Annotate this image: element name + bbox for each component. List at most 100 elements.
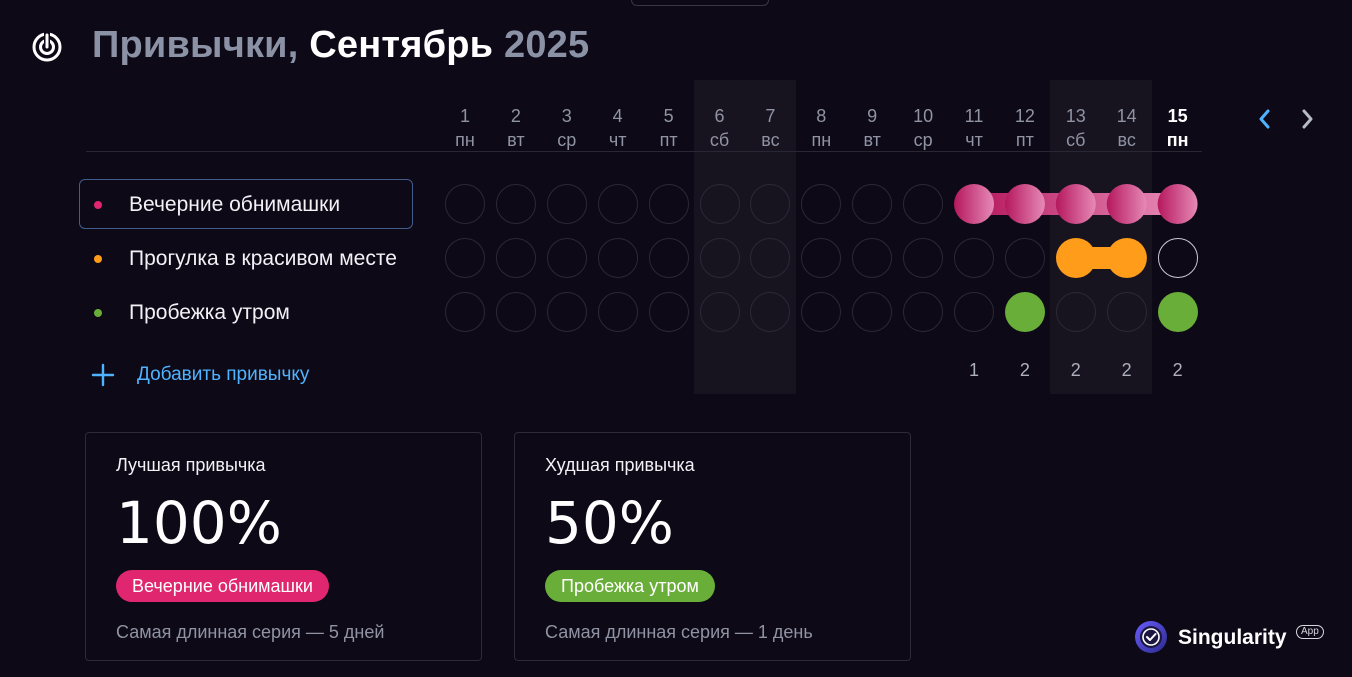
habit-streak-bar[interactable]: [1004, 292, 1045, 332]
habit-name: Прогулка в красивом месте: [129, 247, 397, 270]
habit-day-cell[interactable]: [954, 292, 994, 332]
page-title: Привычки, Сентябрь 2025: [92, 24, 589, 67]
window-tab-handle: [631, 0, 769, 6]
day-column-header: 1 пн: [440, 104, 490, 152]
habit-day-cell[interactable]: [597, 238, 638, 278]
worst-habit-value: 50%: [545, 489, 674, 557]
habit-day-cell[interactable]: [1157, 238, 1198, 278]
day-weekday: пн: [811, 130, 832, 150]
habit-day-cell[interactable]: [699, 184, 740, 224]
habit-day-cell[interactable]: [445, 238, 485, 278]
prev-period-button[interactable]: [1251, 106, 1277, 132]
day-weekday: пн: [455, 130, 475, 150]
habit-day-cell[interactable]: [801, 292, 842, 332]
habit-streak-bar[interactable]: [954, 184, 1198, 224]
day-number: 13: [1065, 106, 1086, 126]
habit-day-cell[interactable]: [699, 292, 740, 332]
day-number: 10: [913, 106, 934, 126]
habit-day-cell[interactable]: [495, 238, 536, 278]
day-number: 2: [510, 106, 521, 126]
habit-day-cell[interactable]: [445, 184, 485, 224]
daily-count: 2: [1121, 360, 1132, 380]
habit-color-dot: [94, 255, 102, 263]
habit-day-cell[interactable]: [903, 238, 944, 278]
title-year: 2025: [504, 24, 590, 66]
habit-day-cell[interactable]: [1004, 238, 1045, 278]
habit-day-cell[interactable]: [1055, 292, 1096, 332]
habit-day-cell[interactable]: [445, 292, 485, 332]
habit-streak-bar[interactable]: [1055, 238, 1147, 278]
day-weekday: ср: [913, 130, 933, 150]
best-habit-card: Лучшая привычка 100% Вечерние обнимашки …: [85, 432, 482, 661]
habit-day-cell[interactable]: [597, 184, 638, 224]
singularity-logo-icon: [1135, 621, 1167, 653]
habit-day-cell[interactable]: [852, 292, 893, 332]
best-habit-caption: Самая длинная серия — 5 дней: [116, 622, 385, 642]
habit-row[interactable]: Пробежка утром: [79, 287, 413, 337]
day-number: 4: [612, 106, 623, 126]
habit-day-cell[interactable]: [903, 184, 944, 224]
day-column-header: 11 чт: [949, 104, 999, 152]
brand-name: Singularity: [1178, 626, 1287, 649]
habit-color-dot: [94, 309, 102, 317]
day-weekday: чт: [965, 130, 983, 150]
day-column-header: 12 пт: [1000, 104, 1050, 152]
day-weekday: вт: [863, 130, 881, 150]
habit-day-cell[interactable]: [597, 292, 638, 332]
habit-day-cell[interactable]: [546, 238, 587, 278]
day-number: 7: [765, 106, 776, 126]
habit-day-cell[interactable]: [546, 292, 587, 332]
habit-day-cell[interactable]: [699, 238, 740, 278]
chevron-left-icon: [1259, 109, 1270, 129]
habit-row[interactable]: Прогулка в красивом месте: [79, 233, 413, 283]
day-weekday: чт: [608, 130, 627, 150]
habits-logo-icon: [32, 32, 62, 62]
day-number: 11: [964, 106, 984, 126]
habit-day-cell[interactable]: [648, 238, 689, 278]
day-weekday: вт: [507, 130, 525, 150]
daily-count: 2: [1172, 360, 1183, 380]
day-column-header: 13 сб: [1051, 104, 1101, 152]
header-divider: [86, 151, 1202, 152]
brand-tag: App: [1296, 625, 1324, 639]
habit-day-cell[interactable]: [852, 184, 893, 224]
day-column-header: 5 пт: [644, 104, 694, 152]
habit-day-cell[interactable]: [801, 238, 842, 278]
habit-day-cell[interactable]: [648, 184, 689, 224]
daily-count: 2: [1019, 360, 1030, 380]
habit-day-cell[interactable]: [852, 238, 893, 278]
day-weekday: вс: [761, 130, 780, 150]
habit-day-cell[interactable]: [495, 184, 536, 224]
day-column-header: 4 чт: [593, 104, 643, 152]
chevron-right-icon: [1302, 109, 1313, 129]
title-prefix: Привычки,: [92, 24, 299, 66]
daily-count: 1: [968, 360, 979, 380]
add-habit-button[interactable]: Добавить привычку: [90, 360, 309, 390]
day-weekday: пт: [1015, 130, 1034, 150]
worst-habit-caption: Самая длинная серия — 1 день: [545, 622, 813, 642]
day-weekday: сб: [709, 130, 730, 150]
habit-row[interactable]: Вечерние обнимашки: [79, 179, 413, 229]
habit-day-cell[interactable]: [546, 184, 587, 224]
best-habit-badge[interactable]: Вечерние обнимашки: [116, 570, 329, 602]
day-weekday: пт: [659, 130, 678, 150]
habit-day-cell[interactable]: [801, 184, 842, 224]
best-habit-title: Лучшая привычка: [116, 455, 266, 475]
next-period-button[interactable]: [1295, 106, 1321, 132]
habit-color-dot: [94, 201, 102, 209]
day-number: 6: [714, 106, 725, 126]
day-weekday: сб: [1066, 130, 1086, 150]
best-habit-value: 100%: [116, 489, 282, 557]
habit-day-cell[interactable]: [648, 292, 689, 332]
day-column-header: 10 ср: [898, 104, 948, 152]
worst-habit-title: Худшая привычка: [545, 455, 695, 475]
habit-streak-bar[interactable]: [1157, 292, 1198, 332]
habit-day-cell[interactable]: [954, 238, 994, 278]
habit-day-cell[interactable]: [1106, 292, 1147, 332]
day-number: 8: [816, 106, 827, 126]
habit-day-cell[interactable]: [903, 292, 944, 332]
habit-name: Пробежка утром: [129, 301, 290, 324]
daily-count: 2: [1070, 360, 1081, 380]
worst-habit-badge[interactable]: Пробежка утром: [545, 570, 715, 602]
habit-day-cell[interactable]: [495, 292, 536, 332]
